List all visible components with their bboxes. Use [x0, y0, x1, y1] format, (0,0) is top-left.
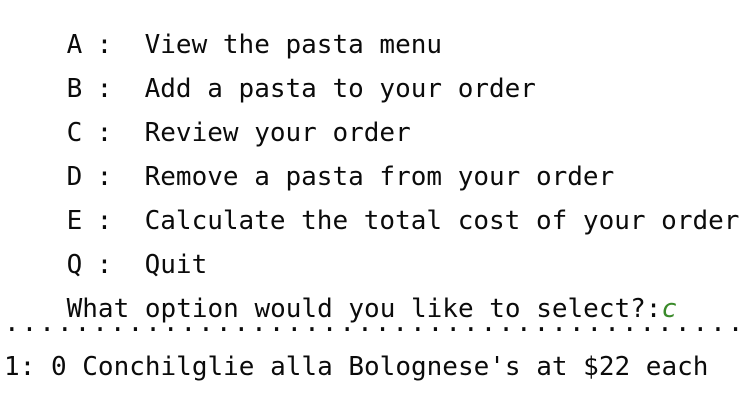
terminal-window: A: View the pasta menu B: Add a pasta to y…: [0, 0, 748, 410]
option-prompt-line: What option would you like to select?:c: [4, 264, 677, 324]
menu-item-a: A: View the pasta menu: [4, 0, 442, 60]
menu-item-q: Q: Quit: [4, 220, 208, 280]
divider-line: ........................................…: [4, 308, 748, 338]
menu-item-b: B: Add a pasta to your order: [4, 44, 536, 104]
menu-item-label: Calculate the total cost of your order: [144, 206, 740, 236]
order-summary-line: 1: 0 Conchilglie alla Bolognese's at $22…: [4, 352, 709, 382]
menu-item-d: D: Remove a pasta from your order: [4, 132, 615, 192]
menu-item-c: C: Review your order: [4, 88, 411, 148]
menu-item-e: E: Calculate the total cost of your order: [4, 176, 740, 236]
